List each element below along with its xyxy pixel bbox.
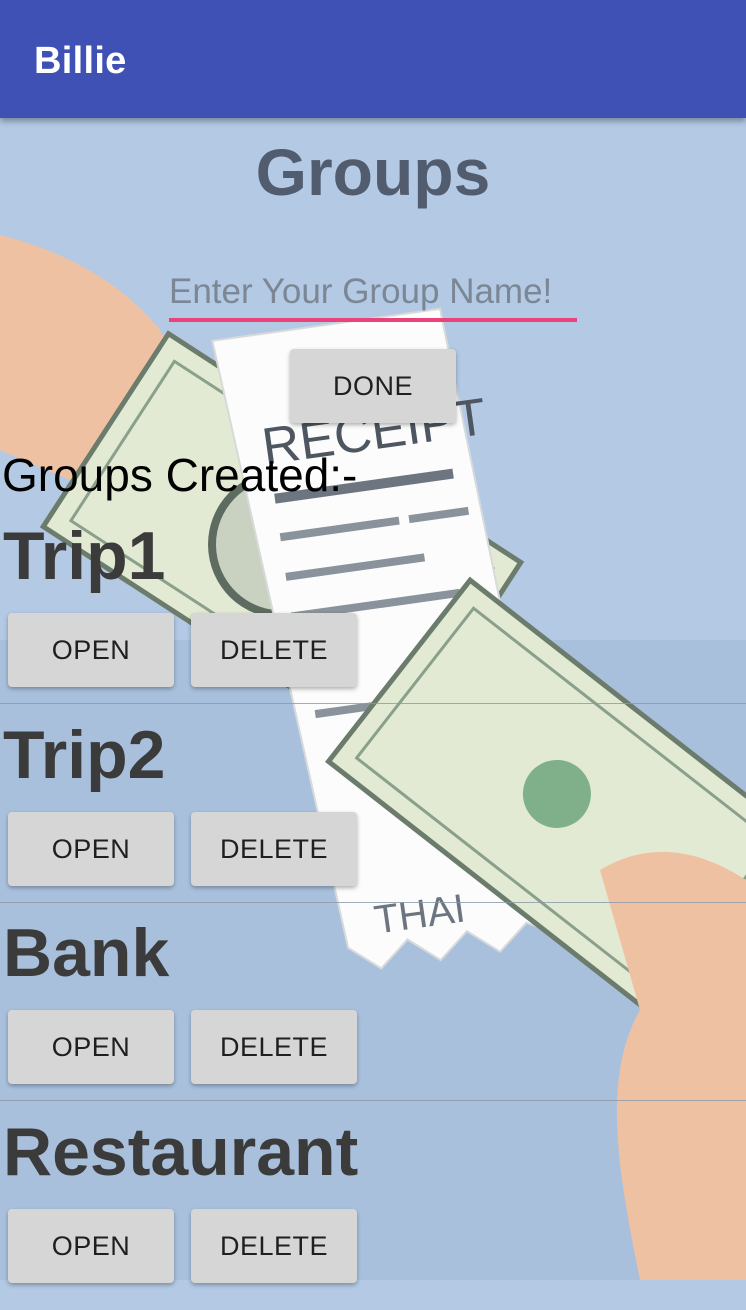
groups-created-label: Groups Created:- [2,449,358,501]
app-title: Billie [34,40,127,82]
group-name-input[interactable] [169,266,577,322]
groups-screen: Groups DONE Groups Created:- Trip1 OPEN … [0,118,746,1283]
group-name: Bank [3,915,170,991]
open-group-button[interactable]: OPEN [8,1209,174,1283]
group-item: Trip1 OPEN DELETE [0,516,746,714]
delete-group-button[interactable]: DELETE [191,1209,357,1283]
open-group-button[interactable]: OPEN [8,613,174,687]
delete-group-button[interactable]: DELETE [191,1010,357,1084]
page-title: Groups [255,135,491,209]
group-name: Restaurant [3,1114,359,1190]
group-item: Restaurant OPEN DELETE [0,1112,746,1310]
delete-group-button[interactable]: DELETE [191,613,357,687]
divider [0,703,746,704]
divider [0,1100,746,1101]
group-name: Trip2 [3,717,166,793]
open-group-button[interactable]: OPEN [8,1010,174,1084]
group-item: Trip2 OPEN DELETE [0,715,746,913]
app-bar: Billie [0,0,746,118]
group-item: Bank OPEN DELETE [0,913,746,1111]
group-name: Trip1 [3,518,166,594]
divider [0,902,746,903]
done-button[interactable]: DONE [290,349,456,423]
open-group-button[interactable]: OPEN [8,812,174,886]
delete-group-button[interactable]: DELETE [191,812,357,886]
